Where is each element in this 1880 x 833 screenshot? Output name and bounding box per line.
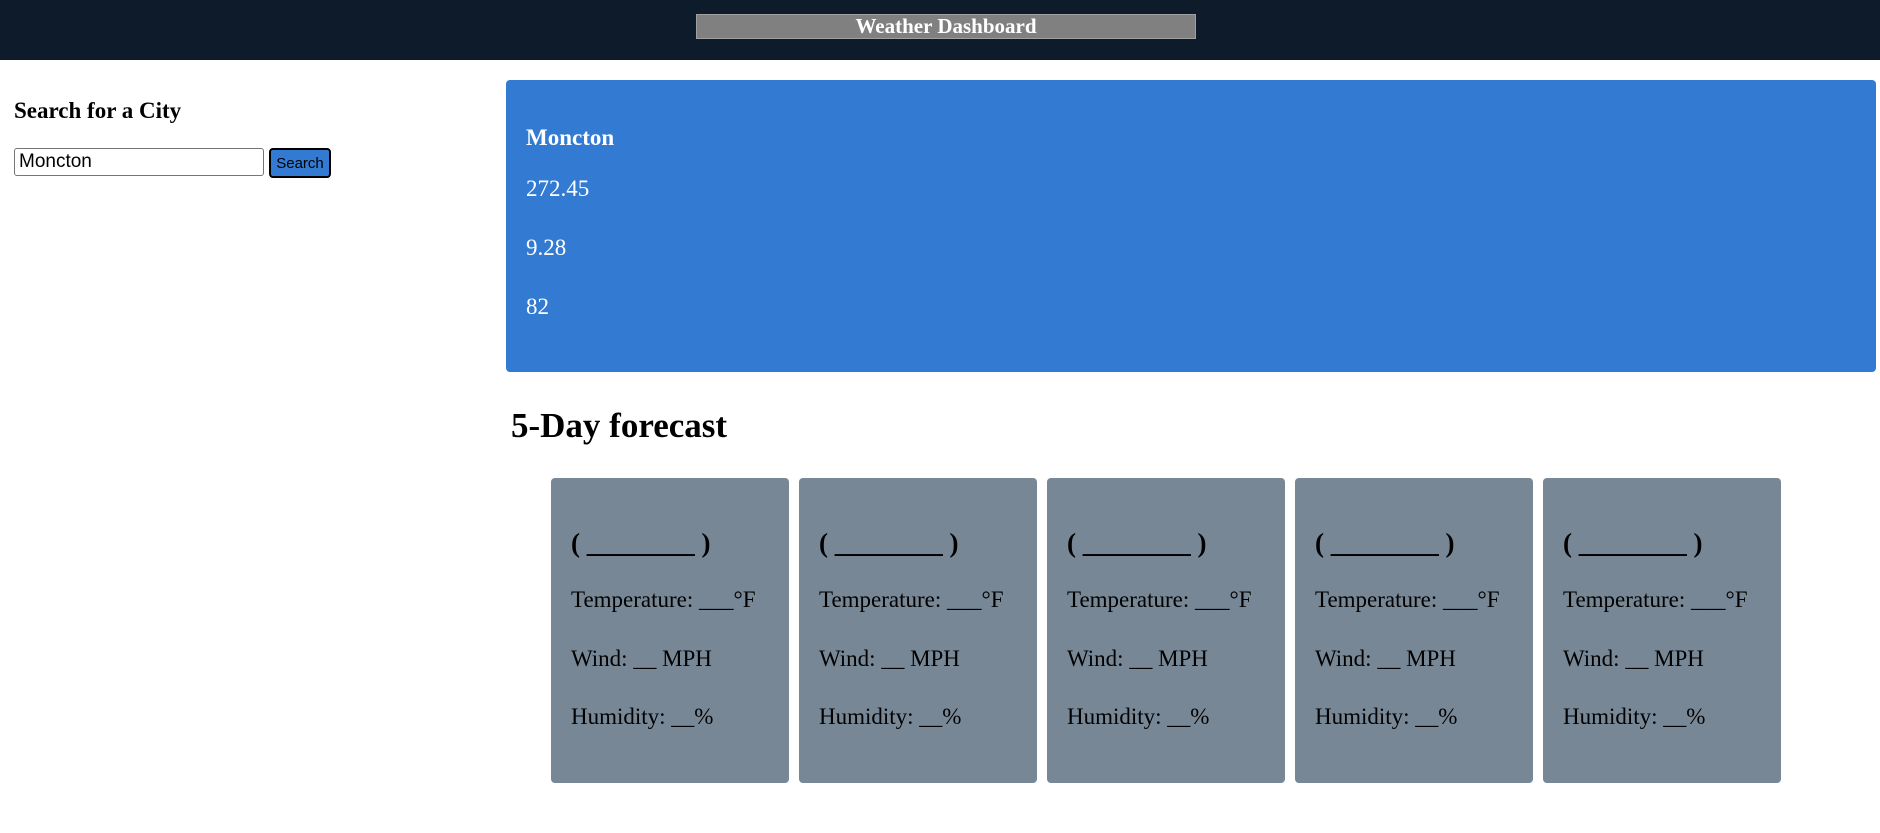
forecast-humidity: Humidity: __% [571, 704, 714, 729]
current-humidity-value: 82 [526, 294, 549, 319]
forecast-wind: Wind: __ MPH [819, 646, 960, 671]
forecast-heading: 5-Day forecast [511, 406, 728, 445]
forecast-temperature: Temperature: ___°F [1067, 587, 1252, 612]
forecast-date: ( ________ ) [819, 528, 959, 558]
page-title: Weather Dashboard [696, 14, 1196, 39]
forecast-temperature: Temperature: ___°F [1315, 587, 1500, 612]
forecast-humidity: Humidity: __% [1067, 704, 1210, 729]
forecast-date: ( ________ ) [1315, 528, 1455, 558]
forecast-card: ( ________ ) Temperature: ___°F Wind: __… [1047, 478, 1285, 783]
forecast-humidity: Humidity: __% [1563, 704, 1706, 729]
forecast-wind: Wind: __ MPH [571, 646, 712, 671]
forecast-wind: Wind: __ MPH [1067, 646, 1208, 671]
forecast-date: ( ________ ) [1067, 528, 1207, 558]
forecast-card: ( ________ ) Temperature: ___°F Wind: __… [1295, 478, 1533, 783]
forecast-date: ( ________ ) [571, 528, 711, 558]
forecast-wind: Wind: __ MPH [1315, 646, 1456, 671]
forecast-date: ( ________ ) [1563, 528, 1703, 558]
current-temperature-value: 272.45 [526, 176, 590, 201]
search-heading: Search for a City [14, 98, 182, 123]
current-city-name: Moncton [526, 125, 615, 150]
search-button[interactable]: Search [269, 148, 331, 178]
forecast-temperature: Temperature: ___°F [571, 587, 756, 612]
forecast-card: ( ________ ) Temperature: ___°F Wind: __… [1543, 478, 1781, 783]
forecast-humidity: Humidity: __% [1315, 704, 1458, 729]
forecast-card: ( ________ ) Temperature: ___°F Wind: __… [551, 478, 789, 783]
forecast-card: ( ________ ) Temperature: ___°F Wind: __… [799, 478, 1037, 783]
forecast-humidity: Humidity: __% [819, 704, 962, 729]
forecast-temperature: Temperature: ___°F [1563, 587, 1748, 612]
forecast-temperature: Temperature: ___°F [819, 587, 1004, 612]
header-bar: Weather Dashboard [0, 0, 1880, 60]
forecast-wind: Wind: __ MPH [1563, 646, 1704, 671]
current-wind-value: 9.28 [526, 235, 567, 260]
current-weather-panel: Moncton 272.45 9.28 82 [506, 80, 1876, 372]
city-search-input[interactable] [14, 148, 264, 176]
